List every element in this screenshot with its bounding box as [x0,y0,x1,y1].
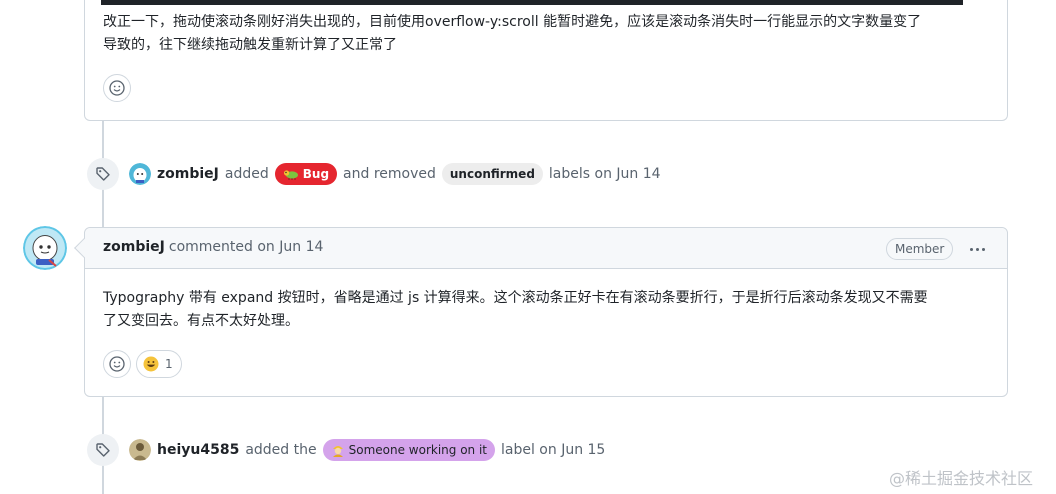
reaction-count: 1 [165,357,173,371]
tag-icon [96,167,110,181]
smiley-icon [109,80,125,96]
bug-icon [283,170,298,180]
comment-header-text: zombieJ commented on Jun 14 [103,239,323,255]
tag-icon [96,443,110,457]
label-someone-working[interactable]: Someone working on it [322,439,495,461]
label-bug[interactable]: Bug [274,163,338,185]
smiley-icon [109,356,125,372]
comment-header: zombieJ commented on Jun 14 Member [74,228,1007,269]
reaction-button-grinning[interactable]: 1 [136,350,182,378]
avatar[interactable] [129,163,151,185]
event-action-text: and removed [343,166,436,182]
member-badge: Member [886,238,954,260]
add-reaction-button[interactable] [103,350,131,378]
event-suffix-text: labels on Jun 14 [548,166,661,182]
author-link[interactable]: zombieJ [103,239,165,255]
comment-body-line-1: Typography 带有 expand 按钮时，省略是通过 js 计算得来。这… [103,290,928,306]
comment-body-line-2: 了又变回去。有点不太好处理。 [103,313,299,329]
event-action-text: added [224,166,269,182]
avatar[interactable] [23,226,67,270]
code-block-edge [101,0,963,5]
event-action-text: added the [245,442,317,458]
heiyu4585-avatar-image [129,439,151,461]
zombiej-avatar-image [23,226,67,270]
more-options-icon[interactable] [965,238,989,260]
construction-worker-icon [332,446,343,457]
zombiej-avatar-image [129,163,151,185]
user-link[interactable]: heiyu4585 [157,442,239,458]
avatar[interactable] [129,439,151,461]
comment-arrow [74,238,94,258]
label-bug-name: Bug [302,167,330,181]
user-link[interactable]: zombieJ [157,166,219,182]
previous-comment-line-2: 导致的，往下继续拖动触发重新计算了又正常了 [103,37,397,53]
label-someone-working-name: Someone working on it [348,443,487,457]
watermark: @稀土掘金技术社区 [889,469,1034,488]
label-unconfirmed[interactable]: unconfirmed [441,163,543,185]
label-event-icon [87,434,119,466]
label-event-icon [87,158,119,190]
event-suffix-text: label on Jun 15 [501,442,606,458]
label-event-row: zombieJ added Bug and removed unconfirme… [129,160,667,188]
grinning-face-icon [143,356,159,372]
previous-comment-line-1: 改正一下，拖动使滚动条刚好消失出现的，目前使用overflow-y:scroll… [103,14,922,30]
comment-meta[interactable]: commented on Jun 14 [169,239,324,255]
add-reaction-button[interactable] [103,74,131,102]
label-event-row: heiyu4585 added the Someone working on i… [129,436,611,464]
